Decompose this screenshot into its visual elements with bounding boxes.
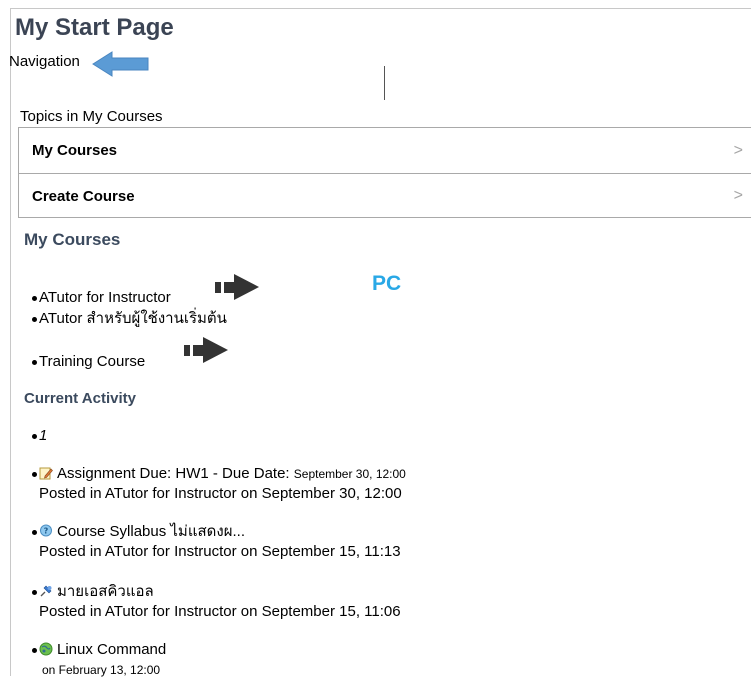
divider-line [384, 66, 385, 100]
activity-date: September 30, 12:00 [293, 467, 406, 481]
activity-posted-info: Posted in ATutor for Instructor on Septe… [39, 543, 401, 560]
topic-my-courses[interactable]: My Courses > [19, 128, 751, 173]
topic-label: My Courses [32, 142, 118, 159]
my-courses-heading: My Courses [24, 230, 121, 249]
topics-label: Topics in My Courses [20, 108, 163, 125]
globe-icon [39, 642, 53, 661]
topic-label: Create Course [32, 187, 135, 205]
activity-title: 1 [39, 427, 48, 444]
activity-item: มายเอสคิวแอล Posted in ATutor for Instru… [32, 583, 401, 621]
course-item[interactable]: ATutor for Instructor [32, 289, 171, 307]
course-item[interactable]: Training Course [31, 353, 145, 371]
chevron-right-icon: > [733, 187, 743, 204]
activity-link[interactable]: Course Syllabus ไม่แสดงผ... [57, 523, 245, 540]
activity-link[interactable]: Assignment Due: HW1 - Due Date: [57, 465, 294, 482]
activity-item: Linux Command on February 13, 12:00 [31, 641, 166, 679]
dark-arrow-icon [184, 337, 228, 363]
dark-arrow-icon [215, 274, 259, 300]
pushpin-icon [39, 584, 53, 603]
activity-link[interactable]: มายเอสคิวแอล [57, 583, 154, 600]
navigation-label: Navigation [9, 53, 80, 70]
current-activity-heading: Current Activity [24, 390, 136, 407]
activity-link[interactable]: Linux Command [57, 641, 166, 658]
question-bubble-icon: ? [39, 524, 53, 543]
course-link[interactable]: ATutor for Instructor [39, 289, 171, 306]
topics-menu: My Courses > Create Course > [18, 127, 751, 218]
topic-create-course[interactable]: Create Course > [19, 173, 751, 218]
activity-posted-info: Posted in ATutor for Instructor on Septe… [39, 603, 401, 620]
blue-arrow-icon [92, 51, 149, 77]
activity-item: Assignment Due: HW1 - Due Date: Septembe… [32, 465, 406, 503]
activity-item: 1 [31, 427, 48, 445]
activity-posted-info: Posted in ATutor for Instructor on Septe… [39, 485, 402, 502]
pencil-note-icon [39, 466, 53, 485]
course-item[interactable]: ATutor สำหรับผู้ใช้งานเริ่มต้น [32, 310, 227, 328]
svg-text:?: ? [44, 527, 49, 536]
course-link[interactable]: Training Course [39, 353, 145, 370]
course-link[interactable]: ATutor สำหรับผู้ใช้งานเริ่มต้น [39, 310, 227, 327]
chevron-right-icon: > [733, 141, 743, 159]
page-title: My Start Page [15, 14, 174, 41]
activity-item: ? Course Syllabus ไม่แสดงผ... Posted in … [32, 523, 401, 561]
activity-posted-info: on February 13, 12:00 [42, 663, 161, 677]
pc-annotation-label: PC [372, 272, 402, 295]
